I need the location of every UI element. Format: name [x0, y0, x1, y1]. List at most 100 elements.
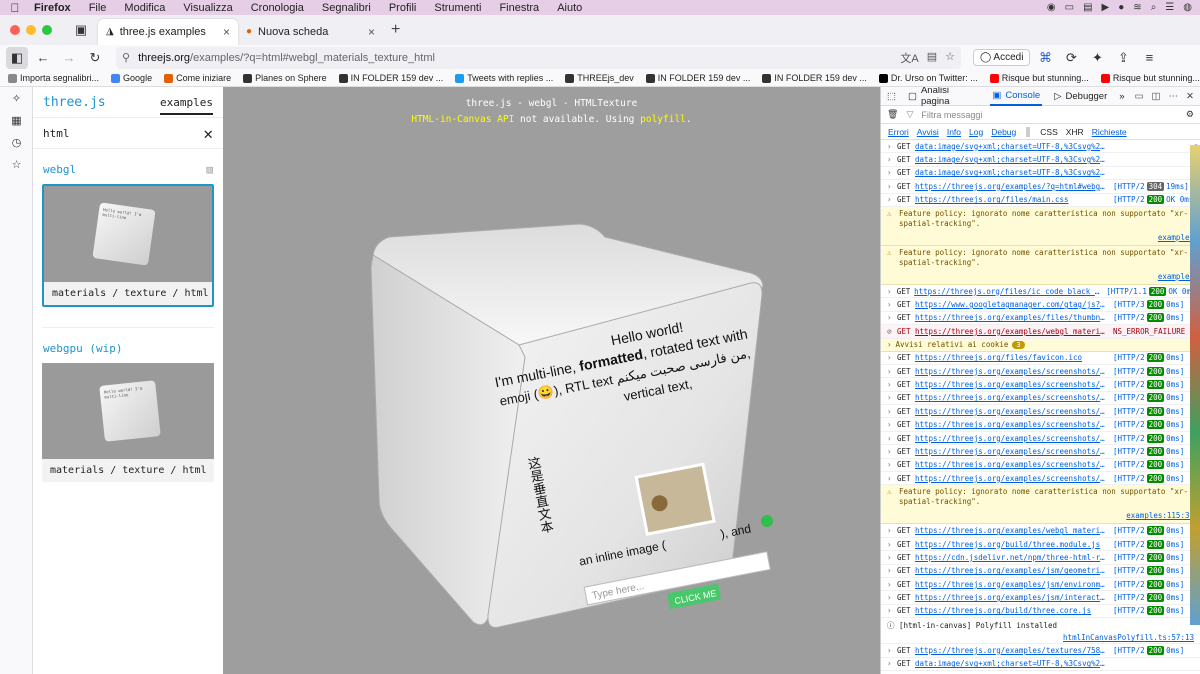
filter-requests[interactable]: Richieste	[1090, 127, 1129, 137]
bookmark-item[interactable]: Come iniziare	[164, 73, 231, 83]
filter-debug[interactable]: Debug	[989, 127, 1018, 137]
expand-chevron-icon[interactable]: ›	[887, 566, 897, 575]
responsive-icon[interactable]: ▭	[1135, 91, 1144, 102]
request-url[interactable]: data:image/svg+xml;charset=UTF-8,%3Csvg%…	[915, 659, 1109, 668]
ai-chatbot-icon[interactable]: ✧	[0, 87, 33, 109]
console-request-row[interactable]: › GET data:image/svg+xml;charset=UTF-8,%3C…	[881, 153, 1200, 167]
request-url[interactable]: https://threejs.org/examples/files/thumb…	[915, 313, 1109, 322]
reader-icon[interactable]: ▤	[927, 50, 937, 66]
bookmark-item[interactable]: Importa segnalibri...	[8, 73, 99, 83]
bookmarks-icon[interactable]: ☆	[0, 153, 33, 175]
menu-hamburger-icon[interactable]: ≡	[1138, 47, 1160, 69]
apple-icon[interactable]: 	[0, 1, 30, 15]
console-request-row[interactable]: › GET data:image/svg+xml;charset=UTF-8,%3C…	[881, 140, 1200, 154]
error-icon[interactable]: ⊘	[887, 327, 897, 336]
console-request-row[interactable]: › GET https://threejs.org/examples/screens…	[881, 472, 1200, 486]
bookmark-item[interactable]: Risque but stunning...	[989, 73, 1089, 83]
translate-extension-icon[interactable]: ⌘	[1034, 47, 1056, 69]
expand-chevron-icon[interactable]: ›	[887, 434, 897, 443]
expand-chevron-icon[interactable]: ›	[887, 182, 897, 191]
request-url[interactable]: data:image/svg+xml;charset=UTF-8,%3Csvg%…	[915, 168, 1109, 177]
bookmark-item[interactable]: IN FOLDER 159 dev ...	[645, 73, 750, 83]
tab-console[interactable]: ▣ Console	[990, 87, 1043, 106]
calendar-icon[interactable]: ▤	[1083, 2, 1092, 13]
request-url[interactable]: https://threejs.org/files/main.css	[915, 195, 1109, 204]
request-url[interactable]: https://threejs.org/examples/screenshots…	[915, 447, 1109, 456]
bookmark-item[interactable]: Tweets with replies ...	[455, 73, 553, 83]
search-input[interactable]: html	[43, 127, 70, 140]
request-url[interactable]: https://threejs.org/examples/screenshots…	[915, 420, 1109, 429]
warning-source-link[interactable]: examples	[899, 233, 1194, 243]
menu-file[interactable]: File	[80, 2, 116, 14]
request-url[interactable]: https://threejs.org/examples/screenshots…	[915, 460, 1109, 469]
clear-console-icon[interactable]: 🗑	[887, 109, 898, 120]
extensions-icon[interactable]: ✦	[1086, 47, 1108, 69]
menu-profili[interactable]: Profili	[380, 2, 426, 14]
expand-chevron-icon[interactable]: ›	[887, 659, 897, 668]
expand-chevron-icon[interactable]: ›	[887, 380, 897, 389]
console-request-row[interactable]: › GET https://threejs.org/examples/screens…	[881, 378, 1200, 392]
expand-chevron-icon[interactable]: ›	[887, 646, 897, 655]
bookmark-item[interactable]: IN FOLDER 159 dev ...	[762, 73, 867, 83]
filter-info[interactable]: Info	[945, 127, 963, 137]
close-tab-icon[interactable]: ×	[368, 25, 375, 39]
expand-chevron-icon[interactable]: ›	[887, 155, 897, 164]
warning-source-link[interactable]: examples	[899, 272, 1194, 282]
expand-chevron-icon[interactable]: ›	[887, 593, 897, 602]
bookmark-item[interactable]: THREEjs_dev	[565, 73, 634, 83]
bookmark-item[interactable]: Dr. Urso on Twitter: ...	[878, 73, 978, 83]
expand-chevron-icon[interactable]: ›	[887, 526, 897, 535]
request-url[interactable]: https://threejs.org/examples/screenshots…	[915, 407, 1109, 416]
control-center-icon[interactable]: ☰	[1165, 2, 1174, 13]
tab-overview-icon[interactable]: ▣	[70, 19, 92, 41]
search-icon[interactable]: ⌕	[1151, 2, 1157, 13]
filter-xhr[interactable]: XHR	[1064, 127, 1086, 137]
tab-debugger[interactable]: ▷ Debugger	[1052, 87, 1109, 106]
expand-chevron-icon[interactable]: ›	[887, 420, 897, 429]
address-bar[interactable]: ⚲ threejs.org/examples/?q=html#webgl_mat…	[116, 46, 961, 69]
siri-icon[interactable]: ◍	[1183, 2, 1192, 13]
filter-warnings[interactable]: Avvisi	[915, 127, 941, 137]
console-request-row[interactable]: › GET data:image/svg+xml;charset=UTF-8,%3C…	[881, 167, 1200, 181]
synced-tabs-icon[interactable]: ▦	[0, 109, 33, 131]
menu-visualizza[interactable]: Visualizza	[174, 2, 241, 14]
expand-chevron-icon[interactable]: ›	[887, 460, 897, 469]
warning-source-link[interactable]: examples:115:34	[899, 511, 1194, 521]
console-request-row[interactable]: › GET https://threejs.org/examples/files/t…	[881, 312, 1200, 326]
request-url[interactable]: https://threejs.org/examples/screenshots…	[915, 474, 1109, 483]
menu-app-name[interactable]: Firefox	[30, 2, 80, 14]
console-request-row[interactable]: › GET https://threejs.org/build/three.modu…	[881, 538, 1200, 552]
expand-chevron-icon[interactable]: ›	[887, 300, 897, 309]
request-url[interactable]: https://threejs.org/examples/screenshots…	[915, 367, 1109, 376]
console-request-row[interactable]: › GET https://threejs.org/examples/texture…	[881, 644, 1200, 658]
request-url[interactable]: https://threejs.org/examples/jsm/environ…	[915, 580, 1109, 589]
console-request-row[interactable]: › GET https://threejs.org/files/favicon.ic…	[881, 352, 1200, 365]
tab-inspector[interactable]: ▢ Analisi pagina	[906, 87, 980, 107]
request-url[interactable]: https://threejs.org/examples/textures/75…	[915, 646, 1109, 655]
bookmark-item[interactable]: IN FOLDER 159 dev ...	[338, 73, 443, 83]
minimize-window-button[interactable]	[26, 25, 36, 35]
expand-chevron-icon[interactable]: ›	[887, 168, 897, 177]
example-card-webgpu[interactable]: Hello world! I'm multi-line materials / …	[42, 363, 214, 482]
expand-chevron-icon[interactable]: ›	[887, 340, 892, 349]
search-field[interactable]: html ✕	[33, 118, 223, 149]
examples-tab[interactable]: examples	[160, 96, 213, 115]
console-request-row[interactable]: › GET https://www.googletagmanager.com/gta…	[881, 298, 1200, 312]
request-url[interactable]: https://threejs.org/examples/webgl_mater…	[915, 526, 1109, 535]
console-request-row[interactable]: › GET https://cdn.jsdelivr.net/npm/three-h…	[881, 551, 1200, 565]
hide-thumbnails-icon[interactable]: ▨	[206, 163, 213, 176]
console-request-row[interactable]: › GET https://threejs.org/examples/jsm/env…	[881, 578, 1200, 592]
play-icon[interactable]: ▶	[1102, 2, 1110, 13]
menu-modifica[interactable]: Modifica	[115, 2, 174, 14]
menu-segnalibri[interactable]: Segnalibri	[313, 2, 380, 14]
back-arrow-icon[interactable]: ←	[32, 47, 54, 69]
close-devtools-icon[interactable]: ✕	[1186, 91, 1194, 102]
more-options-icon[interactable]: ⋯	[1169, 91, 1179, 102]
request-url[interactable]: https://threejs.org/examples/?q=html#web…	[915, 182, 1109, 191]
console-request-row[interactable]: › GET data:image/svg+xml;charset=UTF-8,%3C…	[881, 658, 1200, 671]
close-window-button[interactable]	[10, 25, 20, 35]
console-request-row[interactable]: › GET https://threejs.org/examples/screens…	[881, 432, 1200, 446]
request-url[interactable]: https://threejs.org/examples/screenshots…	[915, 380, 1109, 389]
html-texture-cube[interactable]: Hello world! I'm multi-line, formatted, …	[223, 87, 880, 674]
close-tab-icon[interactable]: ×	[223, 25, 230, 39]
